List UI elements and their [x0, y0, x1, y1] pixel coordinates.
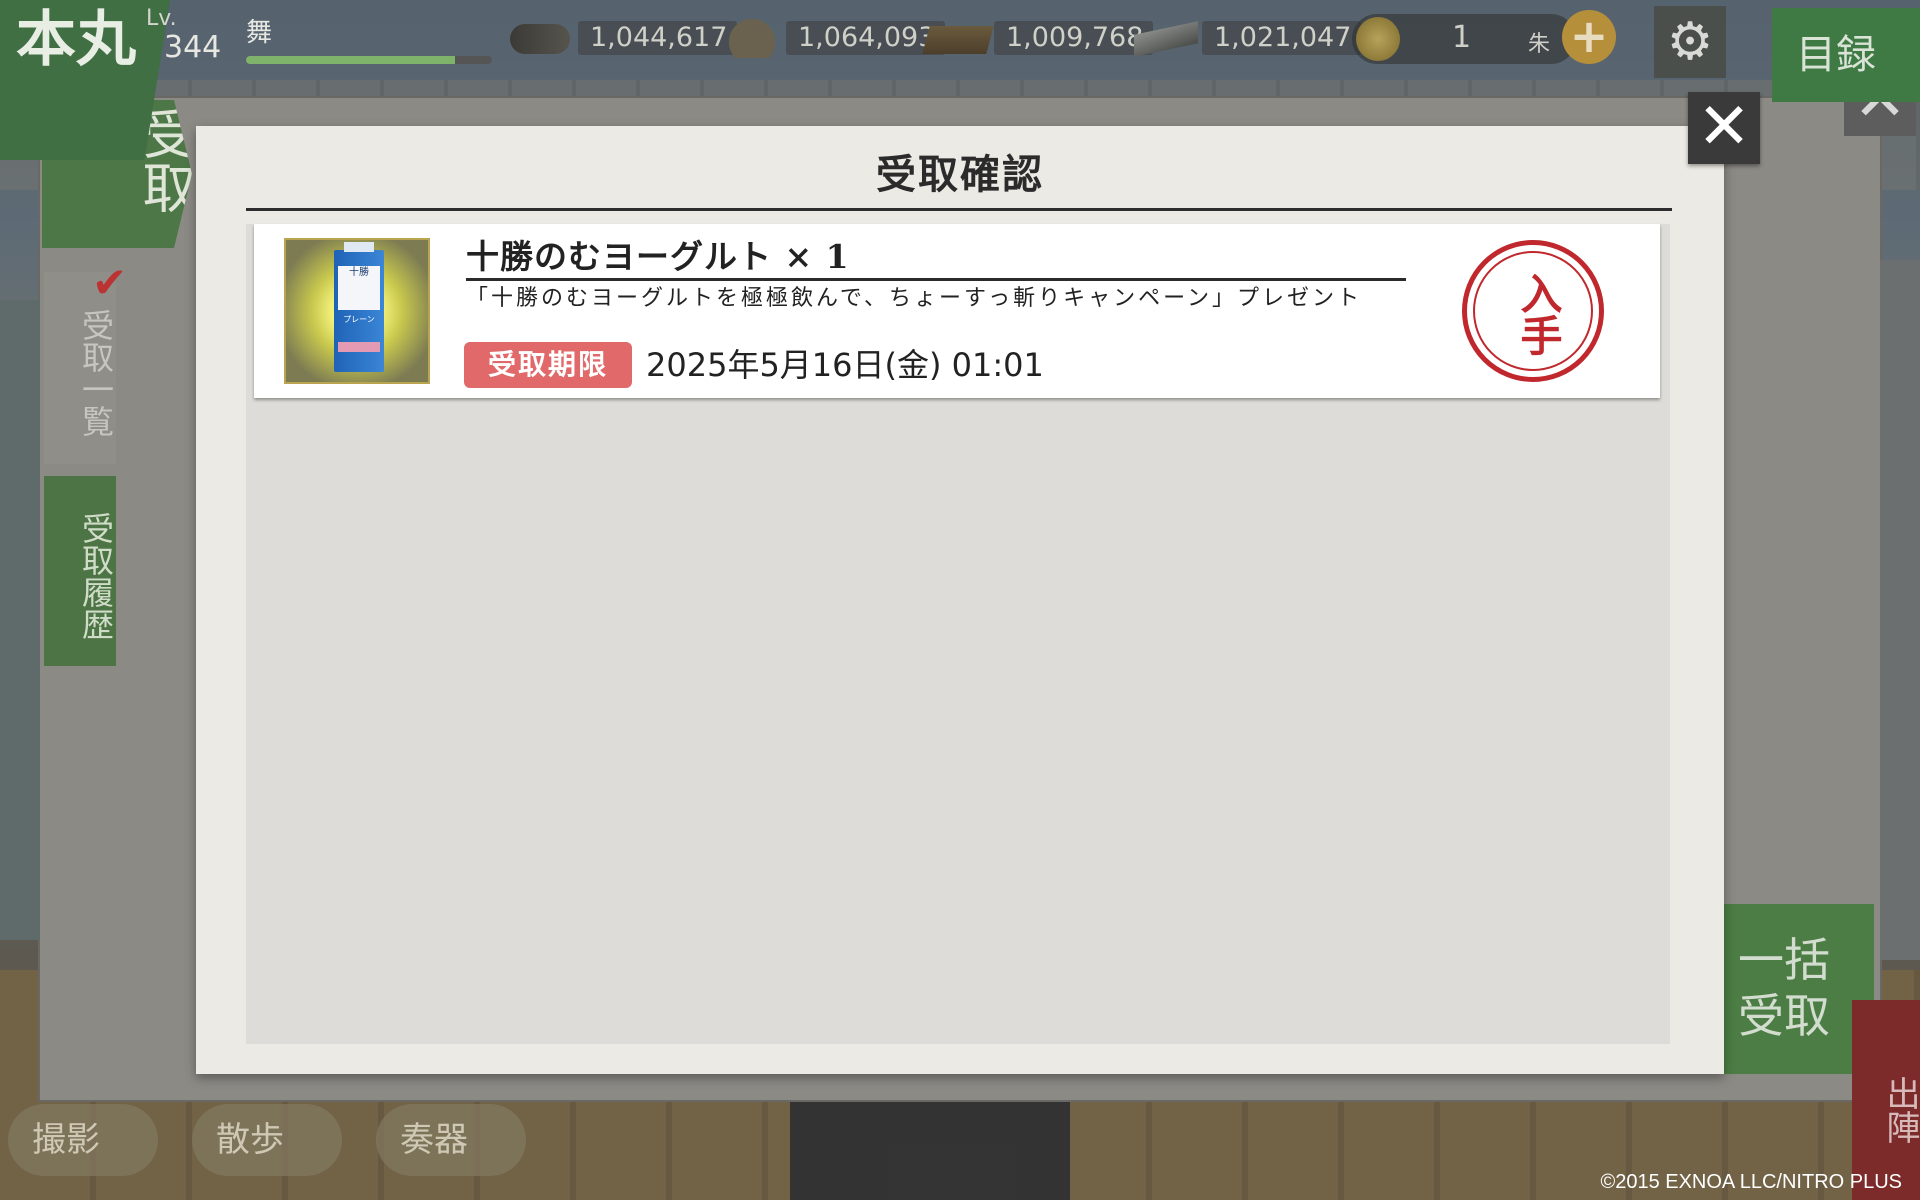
item-divider [466, 278, 1406, 281]
dialog-body: 十勝 プレーン 十勝のむヨーグルト × 1 「十勝のむヨーグルトを極極飲んで、ち… [246, 224, 1670, 1044]
player-name: 舞 [246, 18, 273, 48]
level-value: 344 [164, 30, 222, 65]
koban-unit: 朱 [1528, 32, 1551, 57]
receive-button-label: 入手 [1514, 272, 1563, 356]
catalog-button[interactable]: 目録 [1772, 8, 1920, 102]
deadline-value: 2025年5月16日(金) 01:01 [646, 346, 1044, 384]
title-divider [246, 208, 1672, 211]
deadline-badge: 受取期限 [464, 342, 632, 388]
dialog-title: 受取確認 [876, 151, 1044, 198]
receive-button[interactable]: 入手 [1462, 240, 1604, 382]
resource-value: 1,021,047 [1202, 21, 1362, 55]
carton-brand: 十勝 [338, 266, 380, 310]
receive-confirm-dialog: 受取確認 十勝 プレーン 十勝のむヨーグルト × 1 「十勝のむヨーグルトを極極… [196, 126, 1724, 1074]
close-icon[interactable]: ✕ [1688, 92, 1760, 164]
level-label: Lv. [146, 6, 177, 31]
level-panel: Lv. 344 舞 [140, 4, 500, 66]
koban-icon [1356, 17, 1400, 61]
koban-panel: 1 朱 [1352, 14, 1576, 64]
cooling-material-icon [922, 18, 994, 58]
steel-icon [1134, 18, 1202, 58]
resource-charcoal: 1,044,617 [510, 18, 738, 58]
tab-receive-history[interactable]: 受取履歴 [44, 476, 116, 666]
resource-value: 1,064,093 [786, 21, 946, 55]
right-panel-edge [1880, 260, 1920, 960]
left-menu [0, 300, 40, 940]
yogurt-carton: 十勝 プレーン [334, 242, 384, 372]
resource-value: 1,044,617 [578, 21, 738, 55]
item-name: 十勝のむヨーグルト × 1 [466, 237, 850, 276]
instrument-button[interactable]: 奏器 [376, 1104, 526, 1176]
carton-flavor: プレーン [343, 315, 375, 324]
item-description: 「十勝のむヨーグルトを極極飲んで、ちょーすっ斬りキャンペーン」プレゼント [466, 286, 1363, 311]
reward-item-card: 十勝 プレーン 十勝のむヨーグルト × 1 「十勝のむヨーグルトを極極飲んで、ち… [254, 224, 1660, 398]
sortie-button[interactable]: 出陣 [1852, 1000, 1920, 1200]
gear-icon[interactable]: ⚙ [1654, 6, 1726, 78]
charcoal-icon [510, 18, 578, 58]
yogurt-item-icon: 十勝 プレーン [284, 238, 430, 384]
exp-bar [246, 56, 492, 64]
plus-icon[interactable]: + [1562, 10, 1616, 64]
status-bar: 本丸 Lv. 344 舞 1,044,617 1,064,093 1,009,7… [0, 0, 1920, 160]
resource-value: 1,009,768 [994, 21, 1154, 55]
koban-count: 1 [1452, 20, 1472, 55]
whetstone-icon [718, 18, 786, 58]
checkmark-icon: ✔ [92, 258, 128, 307]
photo-button[interactable]: 撮影 [8, 1104, 158, 1176]
resource-steel: 1,021,047 [1134, 18, 1362, 58]
walk-button[interactable]: 散歩 [192, 1104, 342, 1176]
copyright-notice: ©2015 EXNOA LLC/NITRO PLUS [1600, 1171, 1902, 1193]
resource-whetstone: 1,064,093 [718, 18, 946, 58]
exp-bar-fill [246, 56, 456, 64]
resource-cooling-material: 1,009,768 [922, 18, 1154, 58]
